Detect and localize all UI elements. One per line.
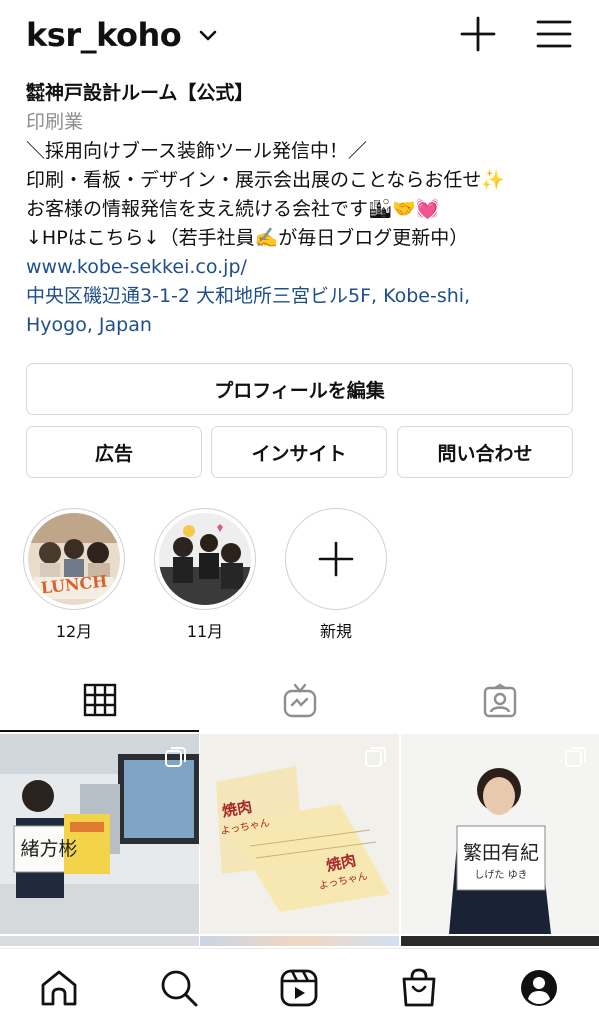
username[interactable]: ksr_koho <box>26 16 182 54</box>
post-thumbnail[interactable]: 焼肉 よっちゃん 焼肉 よっちゃん <box>200 734 399 934</box>
profile-name: ㍿神戸設計ルーム【公式】 <box>26 82 254 104</box>
edit-profile-button[interactable]: プロフィールを編集 <box>26 363 573 415</box>
next-row-peek <box>0 936 199 946</box>
bio-line: ↓HPはこちら↓（若手社員✍️が毎日ブログ更新中） <box>26 227 469 249</box>
tagged-icon <box>483 683 516 718</box>
grid-icon <box>83 683 116 717</box>
search-icon[interactable] <box>158 967 200 1009</box>
highlight-ring <box>154 508 256 610</box>
multi-photo-icon <box>365 747 386 767</box>
top-bar: ksr_koho <box>0 0 599 72</box>
address-link[interactable]: 中央区磯辺通3-1-2 大和地所三宮ビル5F, Kobe-shi, <box>26 282 586 311</box>
story-highlight[interactable]: LUNCH 12月 <box>23 508 125 642</box>
highlight-thumbnail <box>159 513 251 605</box>
new-highlight[interactable]: 新規 <box>285 508 387 642</box>
next-row-peek <box>401 936 599 946</box>
post-thumbnail[interactable]: 緒方彬 <box>0 734 199 934</box>
new-post-icon[interactable] <box>458 14 498 54</box>
plus-icon <box>318 541 354 577</box>
profile-icon[interactable] <box>518 967 560 1009</box>
highlight-ring: LUNCH <box>23 508 125 610</box>
bio-line: ＼採用向けブース装飾ツール発信中！／ <box>26 140 368 162</box>
highlight-label: 11月 <box>186 622 224 641</box>
story-highlight[interactable]: 11月 <box>154 508 256 642</box>
ads-button[interactable]: 広告 <box>26 426 202 478</box>
multi-photo-icon <box>165 747 186 767</box>
tab-tagged[interactable] <box>400 670 599 732</box>
website-link[interactable]: www.kobe-sekkei.co.jp/ <box>26 253 586 282</box>
post-sign-name: 繁田有紀 <box>462 842 539 864</box>
menu-icon[interactable] <box>534 14 574 54</box>
shop-icon[interactable] <box>398 967 440 1009</box>
bio-line: お客様の情報発信を支え続ける会社です🏙🤝💓 <box>26 198 440 220</box>
highlight-thumbnail: LUNCH <box>28 513 120 605</box>
home-icon[interactable] <box>38 967 80 1009</box>
contact-button[interactable]: 問い合わせ <box>397 426 573 478</box>
profile-bio: ㍿神戸設計ルーム【公式】 印刷業 ＼採用向けブース装飾ツール発信中！／ 印刷・看… <box>26 78 586 340</box>
profile-tabs <box>0 670 599 732</box>
post-sign-reading: しげた ゆき <box>474 870 528 881</box>
tab-grid[interactable] <box>0 670 199 732</box>
profile-category: 印刷業 <box>26 111 84 133</box>
igtv-icon <box>283 683 316 718</box>
post-thumbnail[interactable]: 繁田有紀 しげた ゆき <box>401 734 599 934</box>
highlight-label: 12月 <box>55 622 93 641</box>
address-link-line2[interactable]: Hyogo, Japan <box>26 311 586 340</box>
post-grid: 緒方彬 焼肉 よっちゃん 焼肉 よっちゃん 繁田有紀 しげた ゆき <box>0 734 599 946</box>
chevron-down-icon[interactable] <box>197 24 219 46</box>
highlight-label: 新規 <box>319 622 352 641</box>
insights-button[interactable]: インサイト <box>211 426 387 478</box>
reels-icon[interactable] <box>278 967 320 1009</box>
bio-line: 印刷・看板・デザイン・展示会出展のことならお任せ✨ <box>26 169 506 191</box>
tab-igtv[interactable] <box>200 670 399 732</box>
multi-photo-icon <box>565 747 586 767</box>
post-sign-text: 緒方彬 <box>20 838 78 860</box>
highlight-ring <box>285 508 387 610</box>
next-row-peek <box>200 936 399 946</box>
bottom-nav <box>0 948 599 1024</box>
